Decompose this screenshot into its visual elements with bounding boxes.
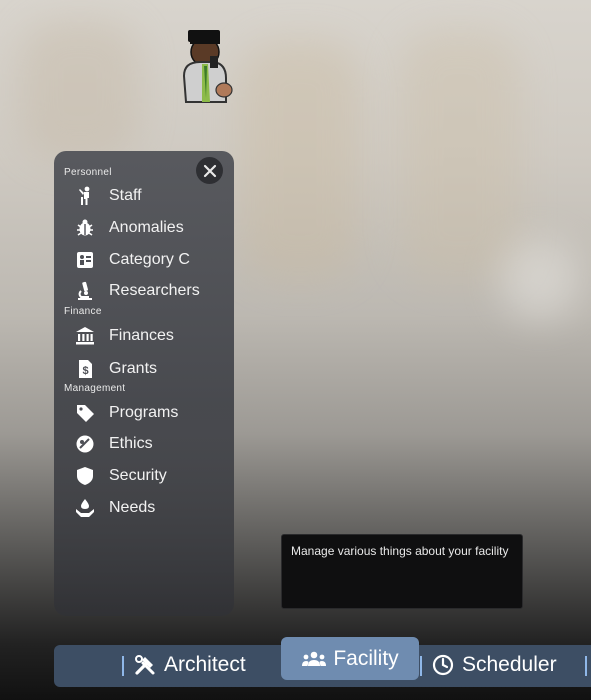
background-blur xyxy=(500,240,580,320)
menu-item-programs[interactable]: Programs xyxy=(74,400,224,426)
tooltip-text: Manage various things about your facilit… xyxy=(291,544,509,558)
menu-item-label: Programs xyxy=(109,404,179,421)
background-blur xyxy=(20,20,140,160)
close-button[interactable] xyxy=(196,157,223,184)
microscope-icon xyxy=(74,280,96,302)
staff-character-sprite[interactable] xyxy=(180,28,234,106)
menu-item-ethics[interactable]: Ethics xyxy=(74,431,224,457)
menu-item-label: Security xyxy=(109,467,167,484)
menu-item-label: Category C xyxy=(109,251,190,268)
tab-label: Architect xyxy=(164,653,246,676)
menu-item-staff[interactable]: Staff xyxy=(74,183,224,209)
menu-item-anomalies[interactable]: Anomalies xyxy=(74,215,224,241)
tab-label: Facility xyxy=(333,646,399,670)
clock-icon xyxy=(432,654,454,676)
menu-item-label: Grants xyxy=(109,360,158,377)
section-label-management: Management xyxy=(64,383,126,394)
menu-item-label: Researchers xyxy=(109,282,200,299)
tab-divider xyxy=(420,656,422,676)
menu-item-grants[interactable]: $ Grants xyxy=(74,356,224,382)
menu-item-researchers[interactable]: Researchers xyxy=(74,278,224,304)
tag-icon xyxy=(74,402,96,424)
dollar-document-icon: $ xyxy=(74,358,96,380)
menu-item-finances[interactable]: Finances xyxy=(74,323,224,349)
hand-drop-icon xyxy=(74,497,96,519)
menu-item-label: Finances xyxy=(109,327,174,344)
background-blur xyxy=(240,40,360,280)
close-icon xyxy=(203,164,216,177)
menu-item-label: Needs xyxy=(109,499,156,516)
facility-menu-panel: Personnel Staff Anomalies Category C Res… xyxy=(54,151,234,616)
menu-item-category-c[interactable]: Category C xyxy=(74,247,224,273)
tab-divider xyxy=(585,656,587,676)
id-card-icon xyxy=(74,249,96,271)
tooltip: Manage various things about your facilit… xyxy=(281,534,523,609)
menu-item-needs[interactable]: Needs xyxy=(74,495,224,521)
menu-item-label: Anomalies xyxy=(109,219,184,236)
tab-divider xyxy=(122,656,124,676)
background-blur xyxy=(400,30,520,280)
shield-icon xyxy=(74,465,96,487)
section-label-finance: Finance xyxy=(64,306,102,317)
staff-icon xyxy=(74,185,96,207)
tab-architect[interactable]: Architect xyxy=(134,653,246,677)
section-label-personnel: Personnel xyxy=(64,167,112,178)
tools-icon xyxy=(134,654,156,676)
menu-item-label: Staff xyxy=(109,187,142,204)
group-icon xyxy=(301,648,327,670)
tab-scheduler[interactable]: Scheduler xyxy=(432,653,557,677)
menu-item-security[interactable]: Security xyxy=(74,463,224,489)
bank-icon xyxy=(74,325,96,347)
tab-label: Scheduler xyxy=(462,653,557,676)
bug-icon xyxy=(74,217,96,239)
menu-item-label: Ethics xyxy=(109,435,153,452)
tab-facility[interactable]: Facility xyxy=(281,637,419,680)
svg-text:$: $ xyxy=(82,365,88,377)
ethics-icon xyxy=(74,433,96,455)
